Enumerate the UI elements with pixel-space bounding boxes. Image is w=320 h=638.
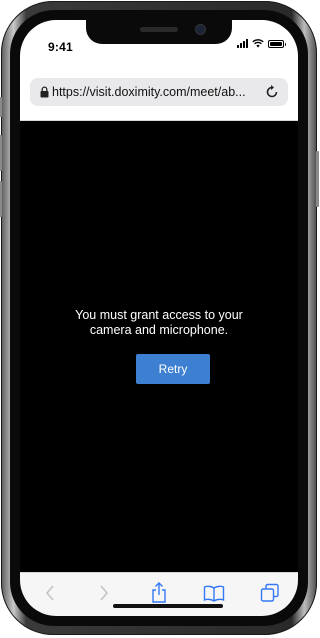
browser-toolbar <box>20 572 298 616</box>
notch <box>86 20 232 44</box>
tabs-icon[interactable] <box>258 581 282 605</box>
cellular-signal-icon <box>237 39 248 48</box>
page-content: You must grant access to your camera and… <box>20 121 298 565</box>
share-icon[interactable] <box>147 581 171 605</box>
battery-icon <box>268 39 286 48</box>
back-icon[interactable] <box>38 581 62 605</box>
screen: 9:41 https://visit.doximity.com/meet/ab.… <box>20 20 298 616</box>
speaker-grille <box>140 27 178 32</box>
address-bar-area: https://visit.doximity.com/meet/ab... <box>20 66 298 121</box>
url-text[interactable]: https://visit.doximity.com/meet/ab... <box>52 85 262 99</box>
forward-icon[interactable] <box>92 581 116 605</box>
wifi-icon <box>252 39 264 48</box>
permission-message: You must grant access to your camera and… <box>20 308 298 338</box>
message-line-2: camera and microphone. <box>89 323 229 337</box>
phone-frame: 9:41 https://visit.doximity.com/meet/ab.… <box>0 1 319 635</box>
volume-down-button <box>0 181 2 217</box>
reload-icon[interactable] <box>264 84 280 100</box>
status-icons <box>237 39 286 48</box>
front-camera <box>196 25 205 34</box>
address-bar[interactable]: https://visit.doximity.com/meet/ab... <box>30 78 288 106</box>
mute-switch <box>0 97 2 117</box>
volume-up-button <box>0 135 2 171</box>
status-bar: 9:41 <box>20 20 298 66</box>
status-time: 9:41 <box>48 40 73 54</box>
retry-button[interactable]: Retry <box>136 354 210 384</box>
bookmarks-icon[interactable] <box>202 581 226 605</box>
lock-icon <box>40 86 49 98</box>
message-line-1: You must grant access to your <box>75 308 243 322</box>
bezel: 9:41 https://visit.doximity.com/meet/ab.… <box>10 10 308 626</box>
power-button <box>316 151 319 207</box>
home-indicator[interactable] <box>113 604 223 608</box>
